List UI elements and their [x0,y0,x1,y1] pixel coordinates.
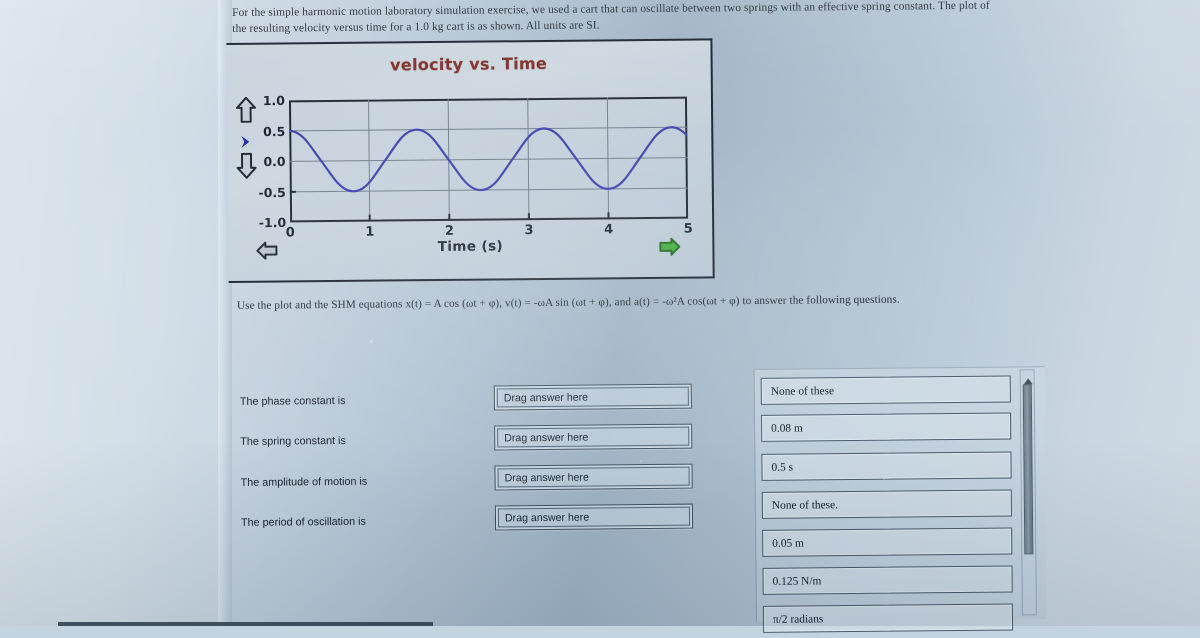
x-tick-label: 4 [604,222,613,237]
document-content: For the simple harmonic motion laborator… [228,0,1200,626]
question-label-amplitude: The amplitude of motion is [241,475,491,489]
x-tick-label: 5 [684,222,693,237]
y-tick-label: 0.5 [263,123,285,138]
problem-statement: For the simple harmonic motion laborator… [232,0,992,37]
option-item[interactable]: 0.05 m [762,527,1012,556]
right-arrow-icon[interactable] [658,237,680,257]
x-tick-label: 3 [524,223,533,238]
question-label-phase-constant: The phase constant is [240,394,490,408]
x-tick-label: 2 [445,224,454,239]
y-tick-label: -1.0 [259,215,286,230]
left-arrow-icon[interactable] [256,241,278,261]
dropzone-period[interactable]: Drag answer here [495,504,693,531]
plot-canvas [289,97,688,223]
x-axis-title: Time (s) [228,236,712,257]
options-scrollbar[interactable] [1020,369,1037,615]
option-label: 0.05 m [763,529,1011,556]
question-label-spring-constant: The spring constant is [240,434,490,448]
velocity-time-plot: 1.0 0.5 0.0 -0.5 -1.0 0 1 2 3 4 5 [289,97,688,223]
dropzone-placeholder: Drag answer here [497,427,689,448]
option-item[interactable]: 0.125 N/m [762,565,1012,594]
option-item[interactable]: None of these [761,376,1011,405]
horizontal-gridlines [289,127,688,192]
simulation-panel: velocity vs. Time [226,38,714,283]
dropzone-spring-constant[interactable]: Drag answer here [494,424,692,451]
dropzone-placeholder: Drag answer here [498,467,690,488]
up-arrow-icon[interactable] [235,97,257,123]
x-tick-label: 1 [365,225,374,240]
dropzone-placeholder: Drag answer here [498,507,690,528]
right-chevron-icon[interactable] [238,135,252,149]
left-blank-sheet [0,0,232,626]
option-label: None of these. [763,491,1011,518]
dropzone-amplitude[interactable]: Drag answer here [494,464,692,491]
option-item[interactable]: π/2 radians [763,603,1013,632]
y-tick-label: 1.0 [263,93,285,108]
answer-options-panel: None of these 0.08 m 0.5 s None of these… [754,366,1047,622]
option-item[interactable]: 0.08 m [761,413,1011,442]
question-label-period: The period of oscillation is [241,514,491,528]
chart-title: velocity vs. Time [227,52,711,76]
option-label: 0.125 N/m [763,567,1011,594]
y-tick-label: -0.5 [258,184,285,199]
option-item[interactable]: None of these. [762,489,1012,518]
y-tick-label: 0.0 [263,154,285,169]
dropzone-phase-constant[interactable]: Drag answer here [494,384,692,411]
shm-equations-line: Use the plot and the SHM equations x(t) … [237,292,1027,312]
option-label: 0.08 m [762,414,1010,441]
option-item[interactable]: 0.5 s [761,452,1011,481]
scrollbar-thumb[interactable] [1023,384,1034,554]
dropzone-placeholder: Drag answer here [497,387,689,408]
option-label: π/2 radians [764,605,1012,632]
option-label: 0.5 s [762,453,1010,480]
x-tick-label: 0 [286,225,295,240]
option-label: None of these [762,377,1010,404]
down-arrow-icon[interactable] [235,153,257,179]
